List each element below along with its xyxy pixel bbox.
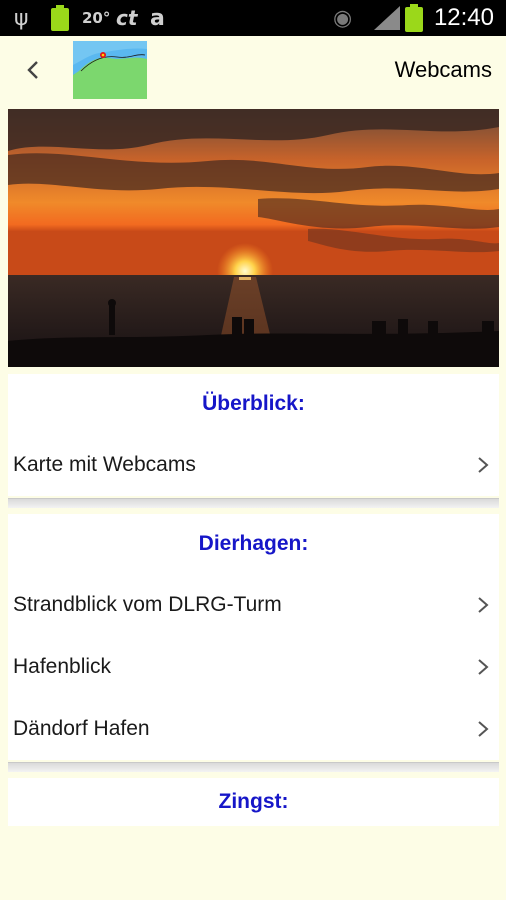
section-zingst: Zingst: <box>8 778 499 826</box>
list-item[interactable]: Dändorf Hafen <box>8 698 499 760</box>
usb-icon: ψ <box>14 5 29 31</box>
section-ueberblick: Überblick: Karte mit Webcams <box>8 374 499 496</box>
chevron-right-icon <box>477 658 489 676</box>
section-header: Dierhagen: <box>198 532 309 555</box>
temperature-text: 20° <box>82 9 111 27</box>
list-item[interactable]: Hafenblick <box>8 636 499 698</box>
chevron-right-icon <box>477 456 489 474</box>
list-item-label: Strandblick vom DLRG-Turm <box>13 593 282 616</box>
list-item[interactable]: Karte mit Webcams <box>8 434 499 496</box>
list-item-label: Dändorf Hafen <box>13 717 150 740</box>
section-divider <box>8 762 499 772</box>
list-item-label: Hafenblick <box>13 655 112 678</box>
section-header: Zingst: <box>218 790 289 813</box>
ct-app-icon: ct <box>116 6 138 30</box>
list-item-label: Karte mit Webcams <box>13 453 196 476</box>
page-title: Webcams <box>394 57 492 82</box>
back-button[interactable] <box>14 48 52 92</box>
signal-icon <box>374 0 400 36</box>
chevron-left-icon <box>27 61 38 79</box>
section-dierhagen: Dierhagen: Strandblick vom DLRG-Turm Haf… <box>8 514 499 760</box>
eye-icon: ◉ <box>333 5 353 31</box>
action-bar: Webcams <box>0 36 506 104</box>
battery-full-icon <box>50 0 70 36</box>
clock-text: 12:40 <box>433 4 494 31</box>
battery-icon <box>404 0 424 36</box>
chevron-right-icon <box>477 720 489 738</box>
status-bar: ψ 20° ct a ◉ 12:40 <box>0 0 506 36</box>
amazon-icon: a <box>150 5 165 31</box>
list-item[interactable]: Strandblick vom DLRG-Turm <box>8 574 499 636</box>
section-header: Überblick: <box>202 392 305 415</box>
section-divider <box>8 498 499 508</box>
chevron-right-icon <box>477 596 489 614</box>
app-logo <box>73 41 147 99</box>
sunset-webcam-image <box>8 109 499 367</box>
